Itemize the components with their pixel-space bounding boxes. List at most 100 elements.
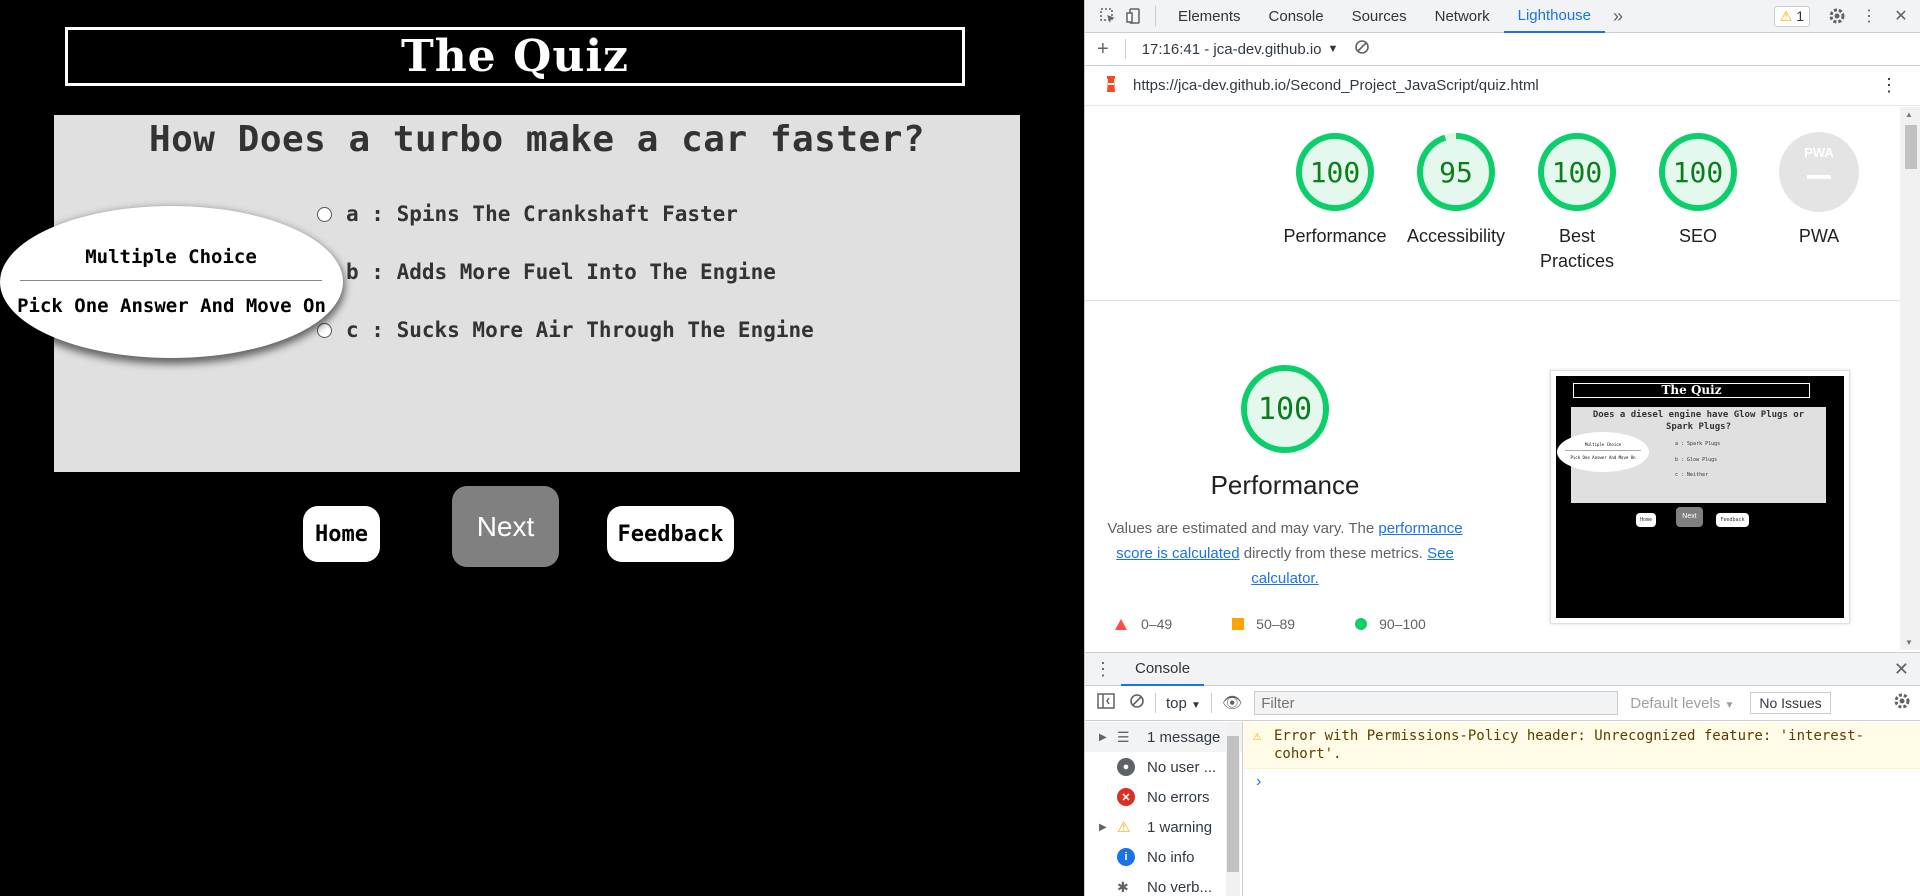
- score-label: Performance: [1283, 226, 1387, 246]
- warning-text: Error with Permissions-Policy header: Un…: [1274, 728, 1865, 762]
- chevron-double-right-icon[interactable]: »: [1605, 3, 1631, 29]
- report-selector[interactable]: 17:16:41 - jca-dev.github.io: [1142, 41, 1322, 58]
- caret-down-icon[interactable]: ▼: [1328, 43, 1339, 55]
- gear-icon[interactable]: [1824, 3, 1850, 29]
- gauge-performance[interactable]: 100 Performance: [1275, 132, 1395, 249]
- issues-button[interactable]: No Issues: [1750, 692, 1831, 714]
- console-warning-message[interactable]: ⚠ Error with Permissions-Policy header: …: [1244, 722, 1920, 769]
- answer-option-a[interactable]: a : Spins The Crankshaft Faster: [317, 202, 738, 226]
- sidebar-item-warnings[interactable]: ▶ ⚠ 1 warning: [1085, 812, 1242, 842]
- info-icon: i: [1117, 848, 1135, 866]
- gauge-pwa[interactable]: PWA PWA: [1759, 132, 1879, 249]
- devtools-tabbar: Elements Console Sources Network Lightho…: [1085, 0, 1920, 33]
- lighthouse-url-bar: https://jca-dev.github.io/Second_Project…: [1085, 66, 1920, 106]
- warning-badge[interactable]: ⚠ 1: [1773, 5, 1810, 27]
- sidebar-item-info[interactable]: i No info: [1085, 842, 1242, 872]
- scroll-thumb[interactable]: [1905, 125, 1917, 169]
- thumb-answer: b : Glow Plugs: [1675, 457, 1718, 463]
- eye-icon[interactable]: 👁: [1222, 693, 1242, 713]
- toolbar-divider: [1210, 693, 1212, 713]
- scroll-down-icon[interactable]: ▼: [1905, 638, 1913, 647]
- sidebar-item-messages[interactable]: ▶ ☰ 1 message: [1085, 722, 1242, 752]
- answer-option-b[interactable]: b : Adds More Fuel Into The Engine: [317, 260, 776, 284]
- gauge-best-practices[interactable]: 100 Best Practices: [1517, 132, 1637, 274]
- description-text: Values are estimated and may vary. The: [1107, 520, 1379, 537]
- pwa-icon: PWA: [1804, 145, 1834, 160]
- close-drawer-icon[interactable]: ✕: [1894, 659, 1909, 680]
- toolbar-divider: [1155, 693, 1156, 713]
- clear-icon[interactable]: [1354, 39, 1370, 59]
- thumb-answer: a : Spark Plugs: [1675, 441, 1721, 447]
- answer-option-c[interactable]: c : Sucks More Air Through The Engine: [317, 318, 814, 342]
- clear-console-icon[interactable]: [1129, 693, 1145, 713]
- answer-label: b : Adds More Fuel Into The Engine: [346, 260, 776, 284]
- thumb-ellipse-title: Multiple Choice: [1565, 442, 1641, 451]
- tab-lighthouse[interactable]: Lighthouse: [1503, 0, 1606, 33]
- score-label: Best Practices: [1539, 226, 1615, 271]
- screenshot-image: The Quiz Does a diesel engine have Glow …: [1556, 376, 1844, 618]
- radio-button[interactable]: [317, 206, 332, 222]
- console-settings-icon[interactable]: [1893, 692, 1911, 714]
- score-value: 95: [1439, 155, 1473, 189]
- next-button[interactable]: Next: [452, 486, 559, 567]
- sidebar-toggle-icon[interactable]: [1097, 693, 1115, 713]
- feedback-button[interactable]: Feedback: [607, 506, 734, 562]
- thumb-home-button: Home: [1636, 513, 1656, 527]
- score-value: 100: [1309, 155, 1361, 189]
- sidebar-item-user[interactable]: ● No user ...: [1085, 752, 1242, 782]
- thumb-feedback-button: Feedback: [1716, 513, 1749, 527]
- sidebar-scroll-thumb[interactable]: [1227, 736, 1239, 872]
- kebab-menu-icon[interactable]: ⋮: [1880, 75, 1898, 96]
- score-ring: 100: [1658, 132, 1738, 212]
- error-icon: ✕: [1117, 788, 1135, 806]
- scroll-up-icon[interactable]: ▲: [1905, 110, 1913, 119]
- answer-label: a : Spins The Crankshaft Faster: [346, 202, 738, 226]
- console-prompt[interactable]: ›: [1244, 769, 1920, 795]
- console-messages: ⚠ Error with Permissions-Policy header: …: [1244, 722, 1920, 795]
- warning-icon: ⚠: [1779, 7, 1793, 24]
- list-icon: ☰: [1117, 728, 1130, 745]
- verbose-icon: ✱: [1117, 878, 1129, 895]
- console-filter-input[interactable]: [1254, 691, 1619, 715]
- sidebar-scrollbar[interactable]: [1226, 722, 1240, 896]
- instructions-ellipse: Multiple Choice Pick One Answer And Move…: [0, 206, 343, 358]
- inspect-element-icon[interactable]: [1095, 3, 1121, 29]
- report-scrollbar[interactable]: ▲ ▼: [1900, 107, 1920, 650]
- devtools-panel: Elements Console Sources Network Lightho…: [1084, 0, 1920, 896]
- drawer-tab-console[interactable]: Console: [1121, 653, 1205, 686]
- close-icon[interactable]: ✕: [1888, 3, 1914, 29]
- tab-elements[interactable]: Elements: [1164, 0, 1255, 33]
- warning-icon: ⚠: [1117, 819, 1131, 836]
- tab-console[interactable]: Console: [1255, 0, 1338, 33]
- expand-arrow-icon[interactable]: ▶: [1099, 822, 1107, 833]
- thumb-title: The Quiz: [1573, 383, 1810, 398]
- sidebar-item-errors[interactable]: ✕ No errors: [1085, 782, 1242, 812]
- toolbar-divider: [1155, 6, 1156, 26]
- expand-arrow-icon[interactable]: ▶: [1099, 732, 1107, 743]
- audited-url: https://jca-dev.github.io/Second_Project…: [1133, 77, 1539, 94]
- drawer-menu-icon[interactable]: ⋮: [1085, 659, 1121, 680]
- log-levels-dropdown[interactable]: Default levels ▼: [1630, 695, 1734, 712]
- tab-sources[interactable]: Sources: [1338, 0, 1421, 33]
- gauge-accessibility[interactable]: 95 Accessibility: [1396, 132, 1516, 249]
- legend-average: 50–89: [1256, 616, 1296, 632]
- final-screenshot[interactable]: The Quiz Does a diesel engine have Glow …: [1550, 370, 1850, 624]
- score-ring: 95: [1416, 132, 1496, 212]
- lighthouse-report: 100 Performance 95 Accessibility 100 Bes…: [1085, 107, 1900, 650]
- quiz-header: The Quiz: [65, 27, 965, 86]
- gauge-seo[interactable]: 100 SEO: [1638, 132, 1758, 249]
- home-button[interactable]: Home: [303, 506, 380, 562]
- caret-down-icon: ▼: [1191, 699, 1201, 711]
- sidebar-item-verbose[interactable]: ✱ No verb...: [1085, 872, 1242, 896]
- context-selector[interactable]: top ▼: [1166, 695, 1201, 712]
- tab-network[interactable]: Network: [1421, 0, 1504, 33]
- toolbar-divider: [1124, 39, 1126, 59]
- average-square-icon: [1232, 618, 1245, 630]
- plus-icon[interactable]: +: [1097, 38, 1109, 61]
- device-toolbar-icon[interactable]: [1121, 3, 1147, 29]
- kebab-menu-icon[interactable]: ⋮: [1856, 3, 1882, 29]
- score-ring: 100: [1295, 132, 1375, 212]
- thumb-question: Does a diesel engine have Glow Plugs or …: [1592, 410, 1805, 432]
- prompt-chevron-icon: ›: [1256, 773, 1262, 790]
- radio-button[interactable]: [317, 322, 332, 338]
